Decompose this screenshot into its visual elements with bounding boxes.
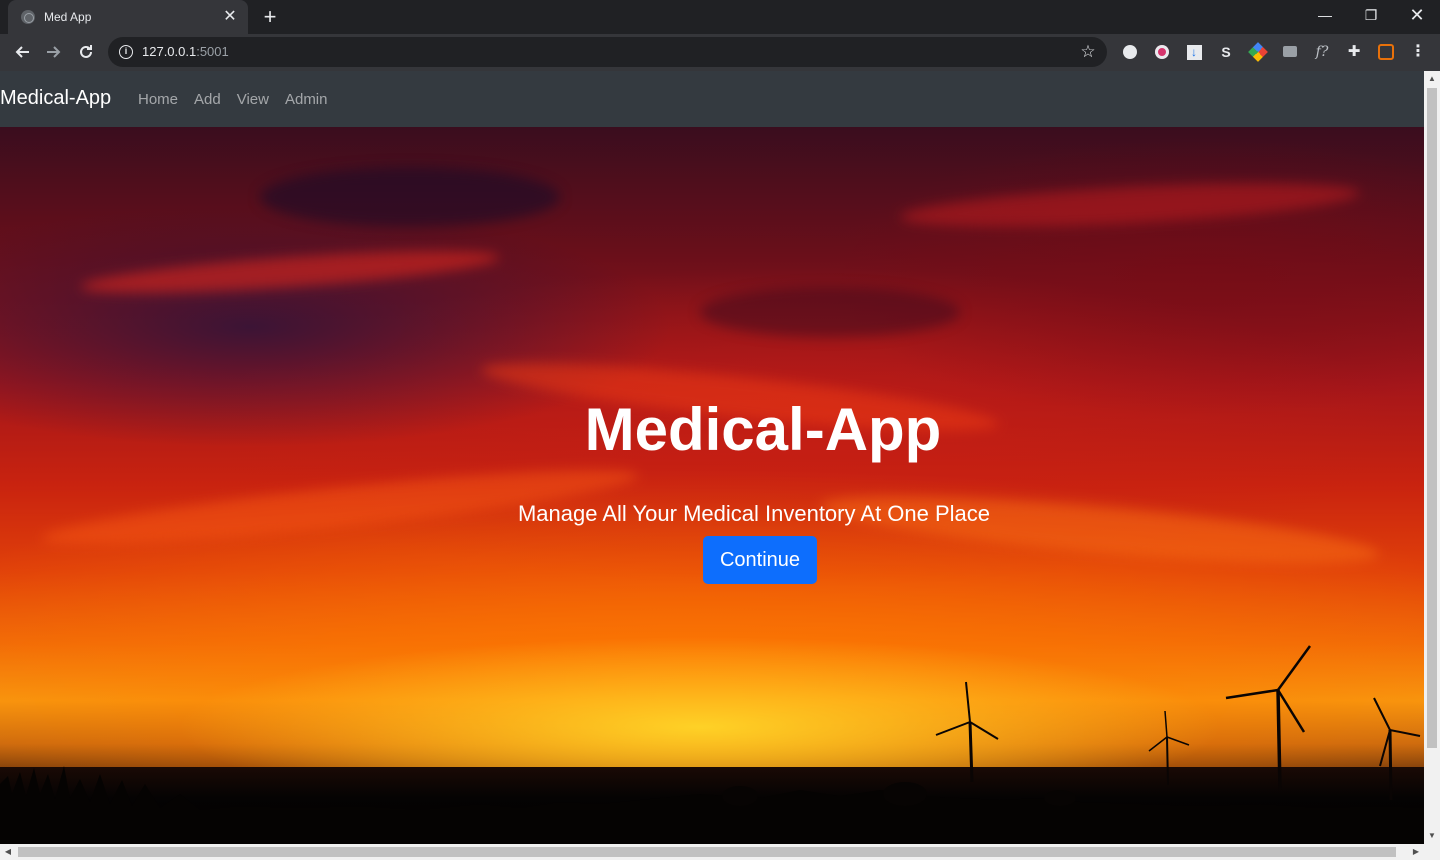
- extensions-puzzle-icon[interactable]: ✚: [1344, 42, 1364, 62]
- nav-link-add[interactable]: Add: [194, 91, 221, 108]
- globe-icon: [21, 10, 35, 24]
- extension-f-icon[interactable]: f?: [1312, 42, 1332, 62]
- hero-section: Medical-App Manage All Your Medical Inve…: [0, 127, 1424, 844]
- horizontal-scroll-thumb[interactable]: [18, 847, 1396, 857]
- extension-icon-1[interactable]: [1120, 42, 1140, 62]
- site-navbar: Medical-App Home Add View Admin: [0, 71, 1424, 127]
- hero-subtitle: Manage All Your Medical Inventory At One…: [517, 501, 991, 526]
- extension-icon-2[interactable]: [1152, 42, 1172, 62]
- window-close-button[interactable]: ✕: [1394, 0, 1440, 30]
- scroll-right-arrow-icon[interactable]: ▶: [1408, 844, 1424, 860]
- browser-toolbar: i 127.0.0.1:5001 ☆ ↓ S f? ✚ ⋮: [0, 34, 1440, 71]
- extension-s-icon[interactable]: S: [1216, 42, 1236, 62]
- scroll-down-arrow-icon[interactable]: ▼: [1424, 828, 1440, 844]
- menu-kebab-icon[interactable]: ⋮: [1408, 42, 1428, 62]
- extension-download-icon[interactable]: ↓: [1184, 42, 1204, 62]
- back-arrow-icon[interactable]: [8, 38, 36, 66]
- hero-title: Medical-App: [584, 396, 942, 463]
- page-viewport: Medical-App Home Add View Admin Medical-…: [0, 71, 1424, 844]
- window-restore-button[interactable]: ❐: [1348, 0, 1394, 30]
- scroll-left-arrow-icon[interactable]: ◀: [0, 844, 16, 860]
- new-tab-button[interactable]: +: [258, 5, 282, 29]
- nav-link-home[interactable]: Home: [138, 91, 178, 108]
- horizontal-scrollbar[interactable]: ◀ ▶: [0, 844, 1440, 860]
- hero-content: Medical-App Manage All Your Medical Inve…: [0, 127, 1424, 844]
- url-host: 127.0.0.1: [142, 44, 197, 59]
- tab-title: Med App: [44, 10, 92, 24]
- navbar-brand[interactable]: Medical-App: [0, 87, 111, 110]
- extension-color-icon[interactable]: [1248, 42, 1268, 62]
- browser-tab[interactable]: Med App ✕: [8, 0, 248, 34]
- reload-icon[interactable]: [72, 38, 100, 66]
- site-info-icon[interactable]: i: [119, 45, 133, 59]
- navbar-links: Home Add View Admin: [138, 91, 328, 108]
- vertical-scroll-thumb[interactable]: [1427, 88, 1437, 748]
- extension-profile-icon[interactable]: [1376, 42, 1396, 62]
- continue-button[interactable]: Continue: [703, 536, 817, 584]
- extension-camera-icon[interactable]: [1280, 42, 1300, 62]
- window-minimize-button[interactable]: —: [1302, 0, 1348, 30]
- nav-link-view[interactable]: View: [237, 91, 269, 108]
- address-bar[interactable]: i 127.0.0.1:5001 ☆: [108, 37, 1107, 67]
- url-text[interactable]: 127.0.0.1:5001: [142, 44, 229, 59]
- bookmark-star-icon[interactable]: ☆: [1077, 41, 1099, 63]
- forward-arrow-icon[interactable]: [40, 38, 68, 66]
- vertical-scrollbar[interactable]: ▲ ▼: [1424, 71, 1440, 844]
- browser-tabstrip: Med App ✕ + — ❐ ✕: [0, 0, 1440, 34]
- url-port: :5001: [196, 44, 229, 59]
- scroll-up-arrow-icon[interactable]: ▲: [1424, 71, 1440, 87]
- nav-link-admin[interactable]: Admin: [285, 91, 328, 108]
- tab-close-icon[interactable]: ✕: [220, 7, 240, 27]
